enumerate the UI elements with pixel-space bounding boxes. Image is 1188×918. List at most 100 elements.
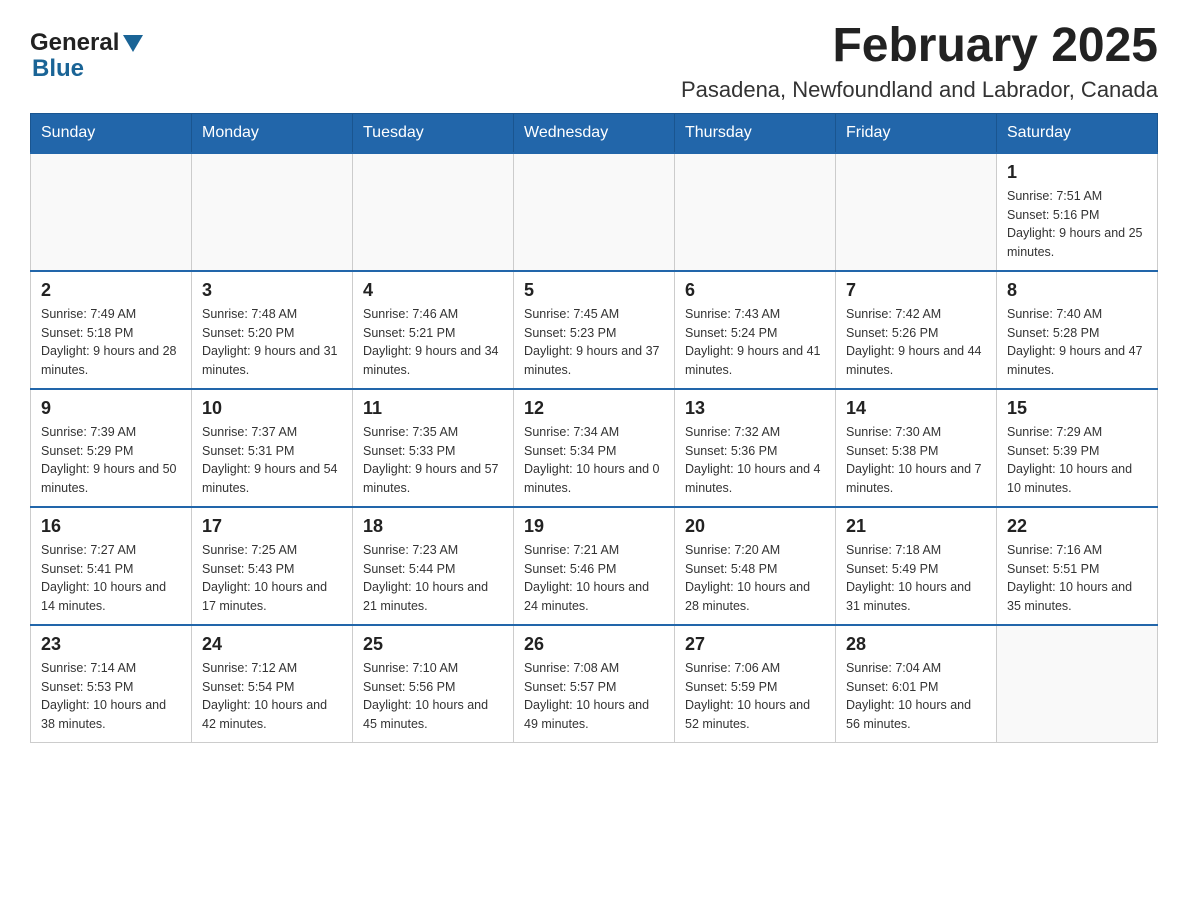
day-number: 23 — [41, 634, 181, 655]
day-info: Sunrise: 7:32 AMSunset: 5:36 PMDaylight:… — [685, 423, 825, 498]
calendar-cell: 28 Sunrise: 7:04 AMSunset: 6:01 PMDayligh… — [836, 625, 997, 743]
day-number: 22 — [1007, 516, 1147, 537]
day-info: Sunrise: 7:39 AMSunset: 5:29 PMDaylight:… — [41, 423, 181, 498]
day-info: Sunrise: 7:43 AMSunset: 5:24 PMDaylight:… — [685, 305, 825, 380]
day-number: 10 — [202, 398, 342, 419]
day-info: Sunrise: 7:16 AMSunset: 5:51 PMDaylight:… — [1007, 541, 1147, 616]
logo-general-text: General — [30, 30, 119, 56]
day-info: Sunrise: 7:10 AMSunset: 5:56 PMDaylight:… — [363, 659, 503, 734]
day-number: 24 — [202, 634, 342, 655]
calendar-week-row: 2 Sunrise: 7:49 AMSunset: 5:18 PMDaylight… — [31, 271, 1158, 389]
day-info: Sunrise: 7:29 AMSunset: 5:39 PMDaylight:… — [1007, 423, 1147, 498]
day-number: 9 — [41, 398, 181, 419]
day-info: Sunrise: 7:23 AMSunset: 5:44 PMDaylight:… — [363, 541, 503, 616]
col-friday: Friday — [836, 113, 997, 153]
day-number: 18 — [363, 516, 503, 537]
day-number: 8 — [1007, 280, 1147, 301]
day-number: 3 — [202, 280, 342, 301]
day-number: 26 — [524, 634, 664, 655]
day-info: Sunrise: 7:45 AMSunset: 5:23 PMDaylight:… — [524, 305, 664, 380]
day-number: 2 — [41, 280, 181, 301]
day-number: 25 — [363, 634, 503, 655]
calendar-cell: 9 Sunrise: 7:39 AMSunset: 5:29 PMDaylight… — [31, 389, 192, 507]
day-number: 19 — [524, 516, 664, 537]
calendar-header: Sunday Monday Tuesday Wednesday Thursday… — [31, 113, 1158, 153]
day-info: Sunrise: 7:37 AMSunset: 5:31 PMDaylight:… — [202, 423, 342, 498]
day-info: Sunrise: 7:12 AMSunset: 5:54 PMDaylight:… — [202, 659, 342, 734]
calendar-cell: 16Sunrise: 7:27 AMSunset: 5:41 PMDayligh… — [31, 507, 192, 625]
calendar-cell: 17 Sunrise: 7:25 AMSunset: 5:43 PMDayligh… — [192, 507, 353, 625]
calendar-cell — [514, 153, 675, 271]
day-number: 27 — [685, 634, 825, 655]
calendar-cell: 15Sunrise: 7:29 AMSunset: 5:39 PMDayligh… — [997, 389, 1158, 507]
day-number: 4 — [363, 280, 503, 301]
calendar-cell: 2 Sunrise: 7:49 AMSunset: 5:18 PMDaylight… — [31, 271, 192, 389]
day-number: 7 — [846, 280, 986, 301]
calendar-cell: 14 Sunrise: 7:30 AMSunset: 5:38 PMDayligh… — [836, 389, 997, 507]
calendar-cell: 22 Sunrise: 7:16 AMSunset: 5:51 PMDayligh… — [997, 507, 1158, 625]
calendar-body: 1 Sunrise: 7:51 AMSunset: 5:16 PMDaylight… — [31, 153, 1158, 743]
logo-container: General Blue — [30, 30, 143, 83]
calendar-header-row: Sunday Monday Tuesday Wednesday Thursday… — [31, 113, 1158, 153]
day-info: Sunrise: 7:04 AMSunset: 6:01 PMDaylight:… — [846, 659, 986, 734]
day-info: Sunrise: 7:06 AMSunset: 5:59 PMDaylight:… — [685, 659, 825, 734]
calendar-cell: 8 Sunrise: 7:40 AMSunset: 5:28 PMDaylight… — [997, 271, 1158, 389]
day-number: 11 — [363, 398, 503, 419]
calendar-cell — [836, 153, 997, 271]
col-saturday: Saturday — [997, 113, 1158, 153]
calendar-cell — [997, 625, 1158, 743]
day-info: Sunrise: 7:20 AMSunset: 5:48 PMDaylight:… — [685, 541, 825, 616]
title-block: February 2025 Pasadena, Newfoundland and… — [681, 20, 1158, 103]
day-info: Sunrise: 7:49 AMSunset: 5:18 PMDaylight:… — [41, 305, 181, 380]
day-info: Sunrise: 7:34 AMSunset: 5:34 PMDaylight:… — [524, 423, 664, 498]
calendar-cell — [675, 153, 836, 271]
day-info: Sunrise: 7:21 AMSunset: 5:46 PMDaylight:… — [524, 541, 664, 616]
calendar-cell: 6 Sunrise: 7:43 AMSunset: 5:24 PMDaylight… — [675, 271, 836, 389]
calendar-cell: 24 Sunrise: 7:12 AMSunset: 5:54 PMDayligh… — [192, 625, 353, 743]
day-info: Sunrise: 7:35 AMSunset: 5:33 PMDaylight:… — [363, 423, 503, 498]
day-number: 28 — [846, 634, 986, 655]
day-info: Sunrise: 7:08 AMSunset: 5:57 PMDaylight:… — [524, 659, 664, 734]
calendar-cell — [353, 153, 514, 271]
day-number: 17 — [202, 516, 342, 537]
calendar-cell: 1 Sunrise: 7:51 AMSunset: 5:16 PMDaylight… — [997, 153, 1158, 271]
calendar-week-row: 1 Sunrise: 7:51 AMSunset: 5:16 PMDaylight… — [31, 153, 1158, 271]
col-wednesday: Wednesday — [514, 113, 675, 153]
day-info: Sunrise: 7:51 AMSunset: 5:16 PMDaylight:… — [1007, 187, 1147, 262]
day-info: Sunrise: 7:30 AMSunset: 5:38 PMDaylight:… — [846, 423, 986, 498]
calendar-cell — [31, 153, 192, 271]
day-number: 16 — [41, 516, 181, 537]
day-info: Sunrise: 7:14 AMSunset: 5:53 PMDaylight:… — [41, 659, 181, 734]
day-number: 1 — [1007, 162, 1147, 183]
day-number: 13 — [685, 398, 825, 419]
calendar-table: Sunday Monday Tuesday Wednesday Thursday… — [30, 113, 1158, 743]
day-number: 6 — [685, 280, 825, 301]
day-info: Sunrise: 7:46 AMSunset: 5:21 PMDaylight:… — [363, 305, 503, 380]
col-thursday: Thursday — [675, 113, 836, 153]
calendar-cell: 4 Sunrise: 7:46 AMSunset: 5:21 PMDaylight… — [353, 271, 514, 389]
calendar-week-row: 23 Sunrise: 7:14 AMSunset: 5:53 PMDayligh… — [31, 625, 1158, 743]
calendar-week-row: 16Sunrise: 7:27 AMSunset: 5:41 PMDayligh… — [31, 507, 1158, 625]
col-sunday: Sunday — [31, 113, 192, 153]
day-info: Sunrise: 7:40 AMSunset: 5:28 PMDaylight:… — [1007, 305, 1147, 380]
day-info: Sunrise: 7:18 AMSunset: 5:49 PMDaylight:… — [846, 541, 986, 616]
logo: General Blue — [30, 30, 143, 83]
calendar-cell: 10 Sunrise: 7:37 AMSunset: 5:31 PMDayligh… — [192, 389, 353, 507]
day-info: Sunrise: 7:25 AMSunset: 5:43 PMDaylight:… — [202, 541, 342, 616]
logo-arrow-icon — [123, 35, 143, 52]
day-number: 20 — [685, 516, 825, 537]
calendar-cell: 13 Sunrise: 7:32 AMSunset: 5:36 PMDayligh… — [675, 389, 836, 507]
calendar-cell: 7Sunrise: 7:42 AMSunset: 5:26 PMDaylight… — [836, 271, 997, 389]
day-number: 21 — [846, 516, 986, 537]
calendar-cell — [192, 153, 353, 271]
calendar-cell: 3 Sunrise: 7:48 AMSunset: 5:20 PMDaylight… — [192, 271, 353, 389]
calendar-cell: 12 Sunrise: 7:34 AMSunset: 5:34 PMDayligh… — [514, 389, 675, 507]
calendar-cell: 21 Sunrise: 7:18 AMSunset: 5:49 PMDayligh… — [836, 507, 997, 625]
day-number: 14 — [846, 398, 986, 419]
calendar-week-row: 9 Sunrise: 7:39 AMSunset: 5:29 PMDaylight… — [31, 389, 1158, 507]
page-header: General Blue February 2025 Pasadena, New… — [30, 20, 1158, 103]
calendar-cell: 11 Sunrise: 7:35 AMSunset: 5:33 PMDayligh… — [353, 389, 514, 507]
day-info: Sunrise: 7:48 AMSunset: 5:20 PMDaylight:… — [202, 305, 342, 380]
calendar-cell: 23 Sunrise: 7:14 AMSunset: 5:53 PMDayligh… — [31, 625, 192, 743]
day-number: 12 — [524, 398, 664, 419]
